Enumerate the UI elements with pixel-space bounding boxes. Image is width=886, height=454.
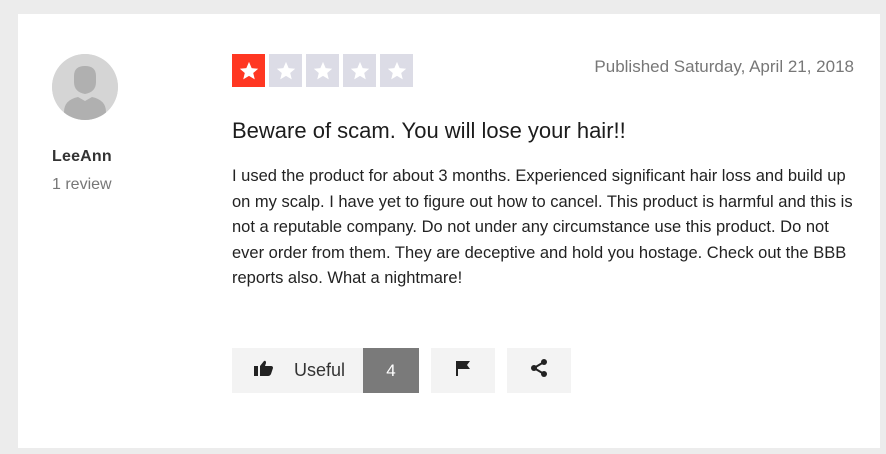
star-rating — [232, 54, 413, 87]
useful-button[interactable]: Useful 4 — [232, 348, 420, 393]
review-title[interactable]: Beware of scam. You will lose your hair!… — [232, 118, 626, 144]
report-button[interactable] — [431, 348, 496, 393]
useful-label: Useful — [294, 360, 346, 380]
flag-icon — [454, 359, 472, 382]
published-date: Published Saturday, April 21, 2018 — [594, 57, 854, 76]
reviewer-name[interactable]: LeeAnn — [52, 148, 112, 166]
review-actions: Useful 4 — [232, 348, 572, 393]
share-icon — [529, 358, 549, 383]
star-icon — [380, 54, 413, 87]
thumbs-up-icon — [254, 360, 274, 381]
star-icon — [343, 54, 376, 87]
review-card: LeeAnn 1 review Published Saturday, Apri… — [18, 14, 880, 448]
star-icon — [306, 54, 339, 87]
star-icon — [232, 54, 265, 87]
useful-count-badge: 4 — [363, 348, 420, 393]
star-icon — [269, 54, 302, 87]
user-avatar-icon[interactable] — [52, 54, 118, 120]
share-button[interactable] — [507, 348, 572, 393]
reviewer-review-count: 1 review — [52, 176, 112, 193]
review-body: I used the product for about 3 months. E… — [232, 167, 853, 288]
